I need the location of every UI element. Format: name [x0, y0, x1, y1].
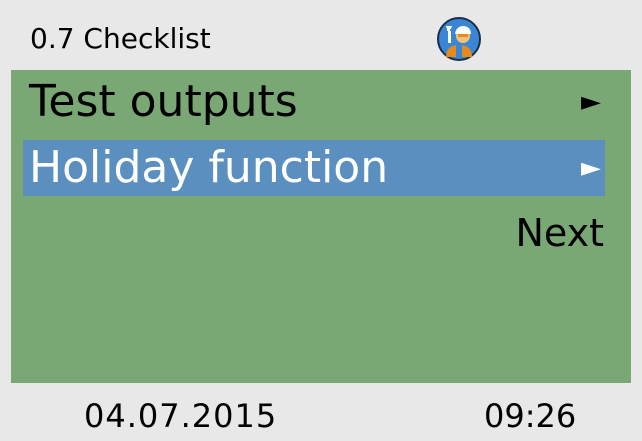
menu-item-test-outputs[interactable]: Test outputs ►	[23, 74, 605, 130]
menu-item-holiday-function[interactable]: Holiday function ►	[23, 140, 605, 196]
page-title: 0.7 Checklist	[30, 22, 211, 55]
menu-panel: Test outputs ► Holiday function ► Next	[11, 70, 631, 383]
technician-icon	[437, 17, 481, 61]
menu-item-label: Holiday function	[29, 142, 389, 193]
next-button[interactable]: Next	[515, 210, 604, 256]
arrow-right-icon: ►	[581, 87, 601, 117]
menu-item-label: Test outputs	[29, 76, 298, 127]
arrow-right-icon: ►	[581, 153, 601, 183]
time-display: 09:26	[484, 397, 577, 435]
date-display: 04.07.2015	[84, 397, 278, 435]
status-bar: 04.07.2015 09:26	[0, 383, 642, 441]
header-bar: 0.7 Checklist	[0, 0, 642, 70]
